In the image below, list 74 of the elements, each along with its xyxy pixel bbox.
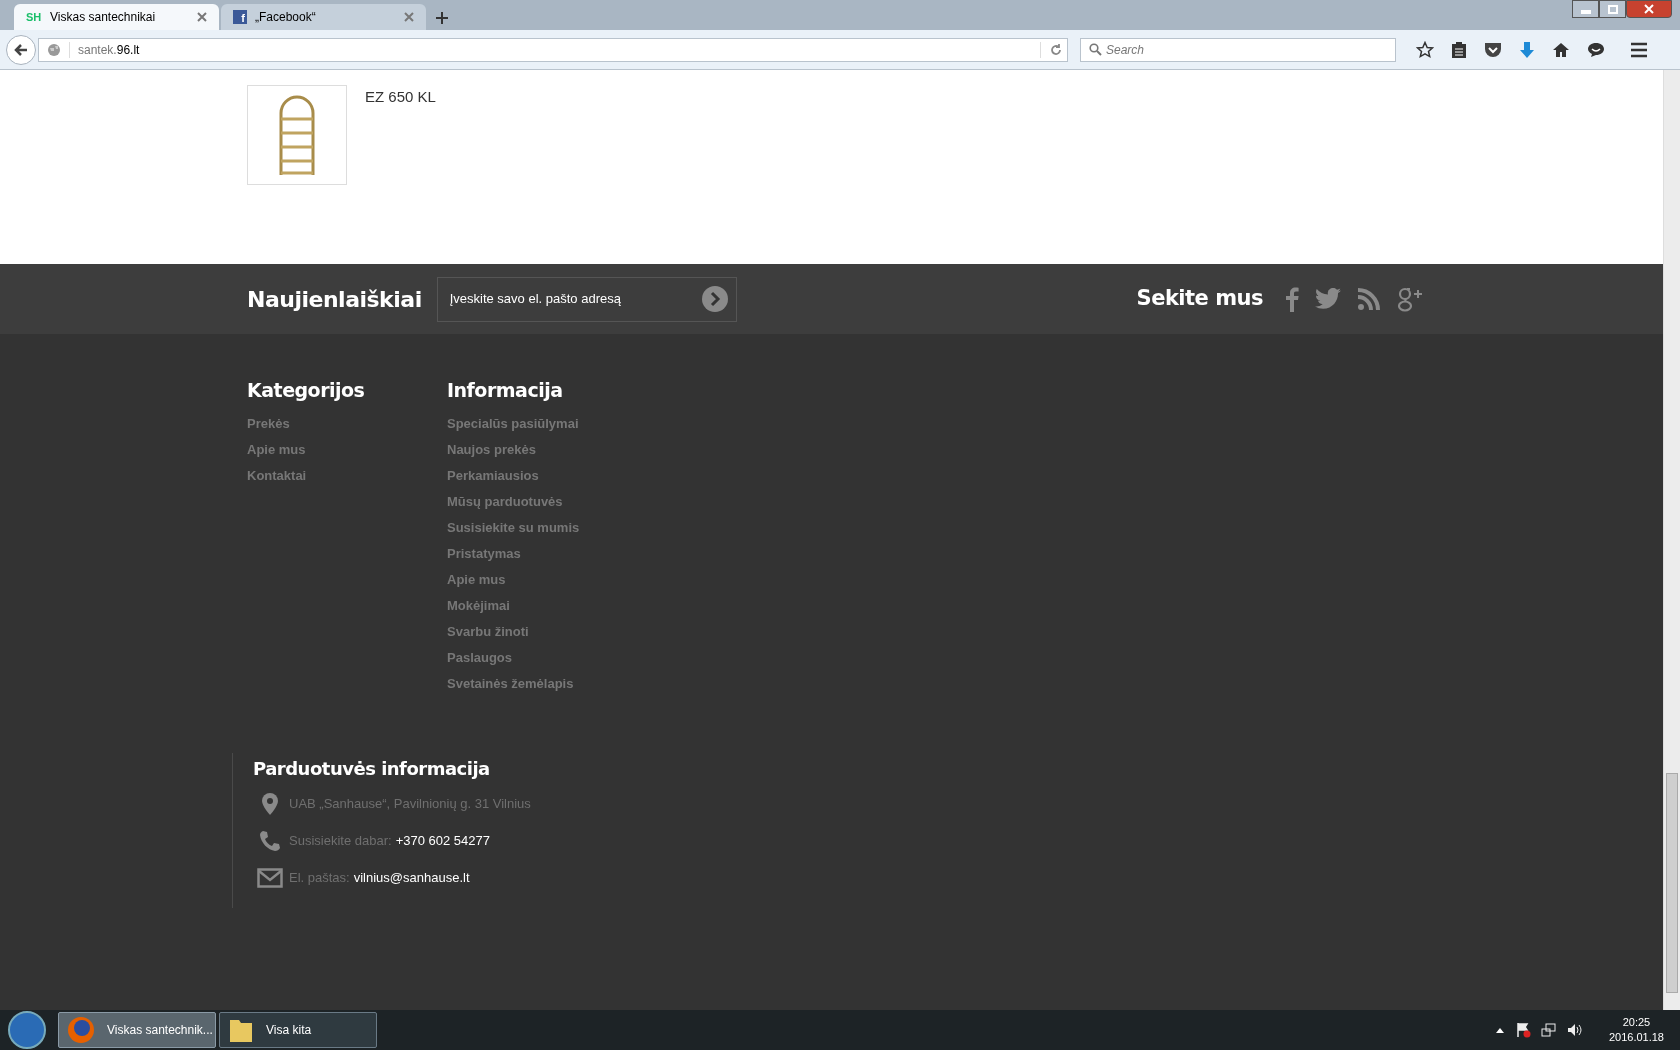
address-bar[interactable]: santek.96.lt: [38, 37, 1068, 62]
footer-link[interactable]: Mūsų parduotuvės: [447, 488, 580, 515]
star-icon[interactable]: [1416, 40, 1434, 59]
network-icon[interactable]: [1540, 1022, 1557, 1038]
product-thumbnail[interactable]: [247, 85, 347, 185]
new-tab-icon[interactable]: [436, 12, 448, 24]
reload-icon[interactable]: [1049, 42, 1063, 57]
menu-icon[interactable]: [1630, 41, 1648, 58]
close-button[interactable]: [1626, 0, 1672, 18]
facebook-icon: f: [233, 10, 247, 24]
minimize-button[interactable]: [1572, 0, 1599, 18]
footer-link[interactable]: Pristatymas: [447, 540, 580, 567]
product-name[interactable]: EZ 650 KL: [365, 86, 436, 264]
flag-icon[interactable]: [1514, 1022, 1531, 1038]
search-icon: [1089, 43, 1102, 56]
newsletter-title: Naujienlaiškiai: [247, 285, 422, 314]
footer-link[interactable]: Susisiekite su mumis: [447, 514, 580, 541]
restore-icon: [1605, 3, 1620, 15]
column-heading: Kategorijos: [247, 378, 366, 403]
caret-up-icon[interactable]: [1494, 1026, 1505, 1034]
taskbar-button[interactable]: Visa kita: [219, 1012, 377, 1048]
bird-icon[interactable]: [1315, 288, 1341, 310]
download-icon[interactable]: [1519, 40, 1535, 59]
footer-link[interactable]: Naujos prekės: [447, 436, 580, 463]
browser-tab[interactable]: SH Viskas santechnikai: [14, 4, 219, 30]
facebook-icon[interactable]: [1285, 286, 1299, 312]
follow-title: Sekite mus: [1136, 285, 1263, 313]
footer-link[interactable]: Svarbu žinoti: [447, 618, 580, 645]
clock-time[interactable]: 20:25: [1622, 1015, 1651, 1030]
back-arrow-icon: [13, 41, 29, 58]
clipboard-icon[interactable]: [1451, 40, 1467, 59]
contact-link[interactable]: vilnius@sanhause.lt: [353, 867, 470, 888]
footer-link[interactable]: Paslaugos: [447, 644, 580, 671]
firefox-icon: [67, 1016, 95, 1044]
footer-link[interactable]: Mokėjimai: [447, 592, 580, 619]
close-icon: [1642, 3, 1656, 15]
home-icon[interactable]: [1552, 41, 1570, 58]
maximize-button[interactable]: [1599, 0, 1626, 18]
footer-link[interactable]: Kontaktai: [247, 462, 447, 489]
taskbar-button[interactable]: Viskas santechnik...: [58, 1012, 216, 1048]
chat-icon[interactable]: [1587, 41, 1605, 58]
pocket-icon[interactable]: [1484, 41, 1502, 58]
footer-link[interactable]: Apie mus: [247, 436, 447, 463]
column-heading: Informacija: [447, 378, 564, 403]
location-pin-icon: [262, 792, 278, 815]
browser-tab[interactable]: f „Facebook“: [221, 4, 426, 30]
close-icon[interactable]: [404, 12, 414, 22]
globe-icon: [47, 42, 61, 57]
clock-date[interactable]: 2016.01.18: [1608, 1030, 1664, 1045]
back-button[interactable]: [6, 34, 36, 65]
phone-icon: [259, 829, 281, 852]
google-plus-icon[interactable]: [1397, 286, 1423, 312]
contact-label: Susisiekite dabar:: [289, 831, 392, 850]
minimize-icon: [1580, 10, 1591, 14]
rss-icon[interactable]: [1357, 287, 1381, 311]
speaker-icon[interactable]: [1566, 1022, 1583, 1038]
store-info-heading: Parduotuvės informacija: [253, 756, 491, 781]
contact-label: UAB „Sanhause“, Pavilnionių g. 31 Vilnius: [289, 794, 531, 813]
footer-link[interactable]: Svetainės žemėlapis: [447, 670, 580, 697]
close-icon[interactable]: [197, 12, 207, 22]
footer-link[interactable]: Apie mus: [447, 566, 580, 593]
footer-link[interactable]: Perkamiausios: [447, 462, 580, 489]
contact-label: El. paštas:: [289, 868, 350, 887]
site-logo-icon: SH: [26, 8, 42, 26]
scrollbar[interactable]: [1663, 70, 1680, 1010]
footer-link[interactable]: Specialūs pasiūlymai: [447, 410, 580, 437]
contact-link[interactable]: +370 602 54277: [395, 830, 490, 851]
start-button[interactable]: [8, 1011, 46, 1049]
arrow-right-icon[interactable]: [701, 286, 728, 312]
url-text: santek.96.lt: [78, 41, 140, 59]
envelope-icon: [257, 867, 283, 888]
footer-link[interactable]: Prekės: [247, 410, 447, 437]
email-input[interactable]: Įveskite savo el. pašto adresą: [436, 276, 737, 322]
search-field[interactable]: Search: [1080, 37, 1396, 62]
